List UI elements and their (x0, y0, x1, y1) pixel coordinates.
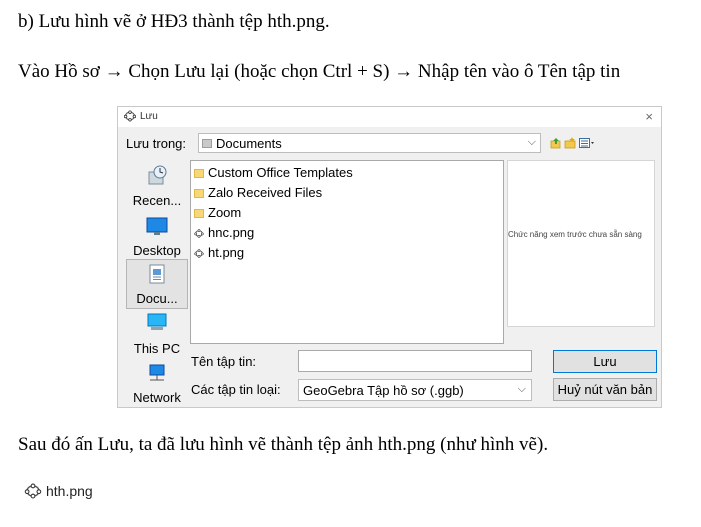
cancel-button[interactable]: Huỷ nút văn bản (553, 378, 657, 401)
preview-message: Chức năng xem trước chưa sẵn sàng (508, 230, 642, 239)
file-name: Zalo Received Files (208, 185, 323, 200)
place-recent[interactable]: Recen... (126, 160, 188, 210)
documents-icon (149, 264, 165, 284)
place-desktop[interactable]: Desktop (126, 210, 188, 260)
dialog-titlebar: Lưu × (118, 107, 661, 127)
geogebra-icon (124, 110, 136, 122)
folder-icon (194, 189, 204, 198)
list-item[interactable]: Zalo Received Files (194, 185, 322, 205)
close-icon[interactable]: × (645, 109, 653, 124)
place-label: This PC (133, 341, 181, 356)
new-folder-icon[interactable] (564, 137, 576, 149)
place-label: Desktop (133, 243, 181, 258)
save-button[interactable]: Lưu (553, 350, 657, 373)
saved-file-item: hth.png (24, 483, 93, 499)
instruction-heading: b) Lưu hình vẽ ở HĐ3 thành tệp hth.png. (18, 11, 330, 32)
preview-pane: Chức năng xem trước chưa sẵn sàng (507, 160, 655, 327)
computer-icon (147, 313, 167, 330)
file-list[interactable]: Custom Office Templates Zalo Received Fi… (190, 160, 504, 344)
chevron-down-icon: ⌵ (517, 383, 526, 395)
filetype-select[interactable]: GeoGebra Tập hồ sơ (.ggb) ⌵ (298, 379, 532, 401)
list-item[interactable]: Custom Office Templates (194, 165, 353, 185)
file-name: ht.png (208, 245, 245, 260)
place-this-pc[interactable]: This PC (126, 308, 188, 358)
list-item[interactable]: hnc.png (194, 225, 254, 245)
place-label: Docu... (136, 291, 178, 306)
file-name: hnc.png (208, 225, 255, 240)
look-in-label: Lưu trong: (126, 136, 187, 151)
up-folder-icon[interactable] (550, 137, 562, 149)
instruction-result: Sau đó ấn Lưu, ta đã lưu hình vẽ thành t… (18, 434, 549, 455)
place-network[interactable]: Network (126, 357, 188, 407)
list-item[interactable]: Zoom (194, 205, 241, 225)
view-menu-icon[interactable] (579, 137, 595, 149)
network-icon (149, 364, 165, 381)
file-name: Custom Office Templates (208, 165, 353, 180)
desktop-icon (146, 217, 168, 235)
look-in-value: Documents (216, 136, 282, 151)
place-label: Recen... (132, 193, 182, 208)
saved-file-name: hth.png (46, 483, 93, 499)
filetype-value: GeoGebra Tập hồ sơ (.ggb) (303, 383, 464, 398)
filename-field[interactable] (298, 350, 532, 372)
place-documents[interactable]: Docu... (126, 259, 188, 309)
filename-label: Tên tập tin: (191, 354, 257, 369)
geogebra-icon (194, 229, 204, 238)
recent-icon (148, 165, 167, 185)
save-dialog: Lưu × Lưu trong: Documents ⌵ Recen... De… (117, 106, 662, 408)
geogebra-icon (24, 483, 42, 499)
instruction-steps: Vào Hồ sơ → Chọn Lưu lại (hoặc chọn Ctrl… (18, 61, 621, 82)
chevron-down-icon: ⌵ (527, 136, 536, 148)
folder-icon (194, 169, 204, 178)
place-label: Network (133, 390, 181, 405)
folder-icon (194, 209, 204, 218)
file-name: Zoom (208, 205, 242, 220)
folder-icon (202, 139, 212, 148)
dialog-title: Lưu (140, 111, 158, 122)
filetype-label: Các tập tin loại: (191, 382, 281, 397)
geogebra-icon (194, 249, 204, 258)
look-in-select[interactable]: Documents ⌵ (198, 133, 541, 153)
list-item[interactable]: ht.png (194, 245, 244, 265)
